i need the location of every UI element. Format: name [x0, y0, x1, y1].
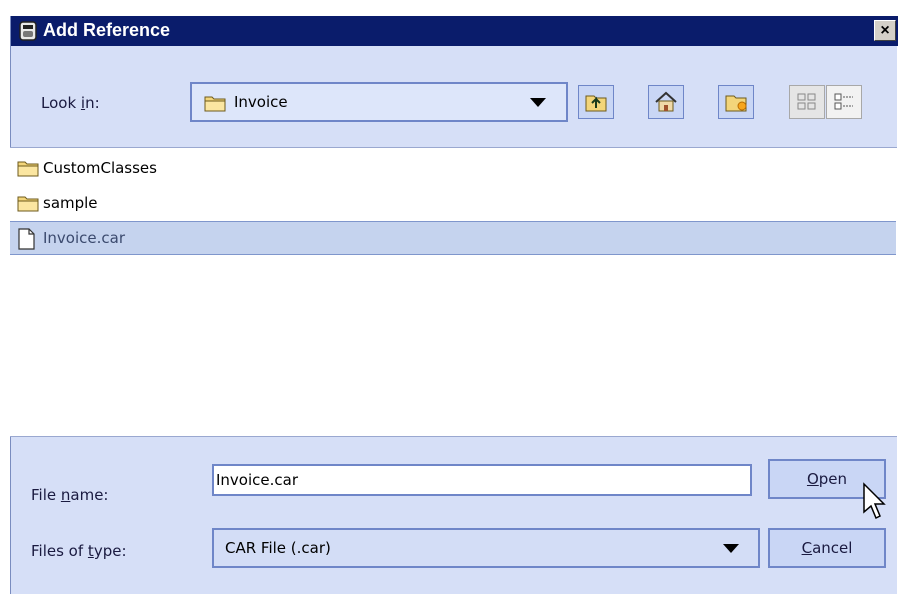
home-icon [655, 91, 677, 112]
folder-icon [204, 96, 226, 112]
file-type-label: Files of type: [31, 542, 127, 560]
file-type-dropdown[interactable]: CAR File (.car) [212, 528, 760, 568]
file-type-value: CAR File (.car) [225, 539, 331, 557]
look-in-label: Look in: [41, 94, 100, 112]
file-name: CustomClasses [43, 159, 157, 177]
new-folder-icon [725, 95, 747, 112]
file-name: Invoice.car [43, 229, 126, 247]
new-folder-button[interactable] [718, 85, 754, 119]
title-bar[interactable]: Add Reference × [11, 16, 898, 46]
up-one-level-button[interactable] [578, 85, 614, 119]
chevron-down-icon[interactable] [530, 98, 546, 107]
folder-icon [17, 196, 39, 212]
look-in-dropdown[interactable]: Invoice [190, 82, 568, 122]
up-one-level-icon [585, 95, 607, 112]
home-button[interactable] [648, 85, 684, 119]
list-view-button[interactable] [789, 85, 825, 119]
folder-icon [17, 161, 39, 177]
mouse-cursor-icon [863, 482, 886, 520]
cancel-button[interactable]: Cancel [768, 528, 886, 568]
document-icon [18, 228, 35, 250]
dialog-title: Add Reference [43, 20, 171, 40]
details-view-icon [834, 93, 853, 110]
list-item[interactable]: CustomClasses [10, 151, 896, 185]
app-icon [19, 21, 37, 41]
list-item-selected[interactable]: Invoice.car [10, 221, 896, 255]
close-button[interactable]: × [874, 20, 896, 41]
list-view-icon [797, 93, 816, 110]
file-list[interactable]: CustomClasses sample Invoice.car [10, 147, 897, 437]
close-icon: × [880, 21, 890, 39]
list-item[interactable]: sample [10, 186, 896, 220]
file-name: sample [43, 194, 98, 212]
details-view-button[interactable] [826, 85, 862, 119]
file-name-input[interactable] [212, 464, 752, 496]
look-in-value: Invoice [234, 93, 288, 111]
file-name-label: File name: [31, 486, 109, 504]
chevron-down-icon[interactable] [723, 544, 739, 553]
